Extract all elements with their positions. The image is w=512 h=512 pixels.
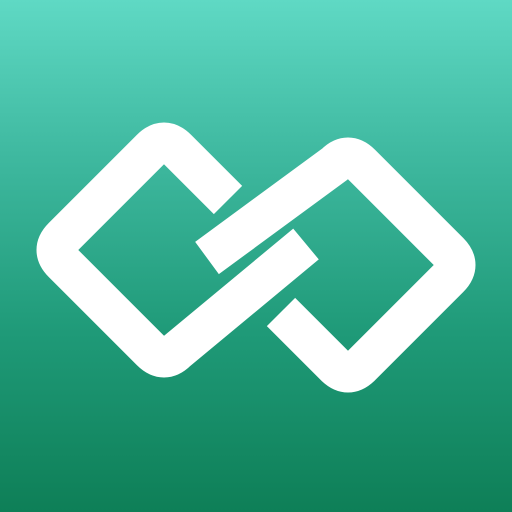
app-icon: [0, 0, 512, 512]
right-link-shape: [195, 137, 476, 393]
chain-link-icon: [36, 122, 476, 393]
